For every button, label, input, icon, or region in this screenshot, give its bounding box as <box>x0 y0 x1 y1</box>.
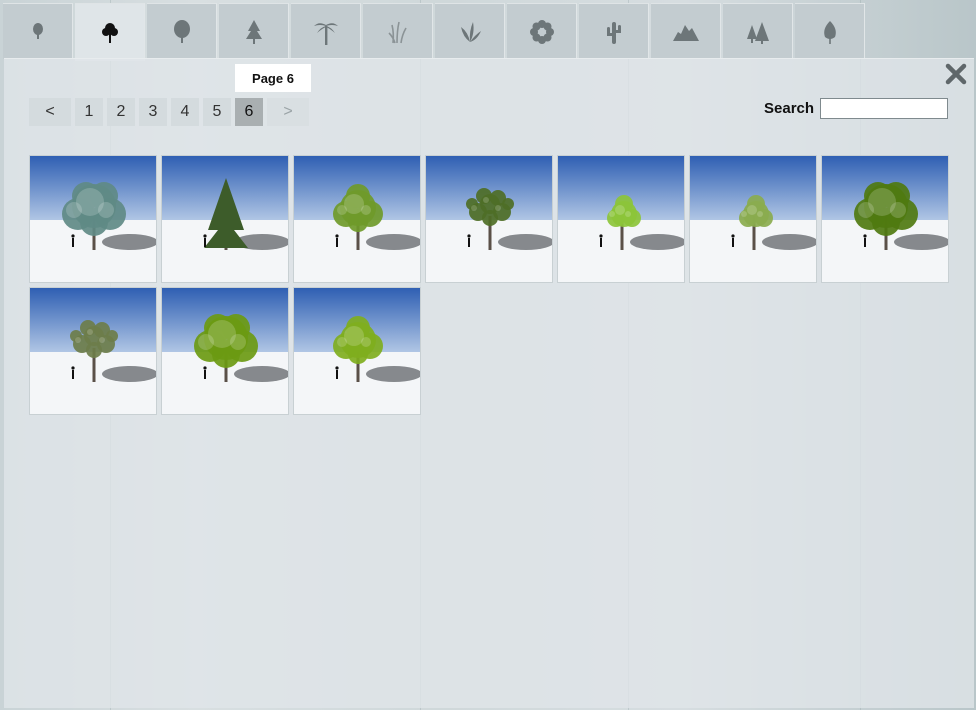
tree-preview-image <box>294 156 420 282</box>
category-tabbar <box>3 3 867 61</box>
tab-cactus[interactable] <box>579 3 649 59</box>
tab-small-tree[interactable] <box>3 3 73 59</box>
tab-leaf[interactable] <box>795 3 865 59</box>
tab-conifer[interactable] <box>219 3 289 59</box>
page-button-1[interactable]: 1 <box>75 98 103 126</box>
tree-preview-image <box>294 288 420 414</box>
tab-flower[interactable] <box>507 3 577 59</box>
small-tree-icon <box>32 22 43 39</box>
tab-deciduous[interactable] <box>75 3 145 61</box>
tab-round-tree[interactable] <box>147 3 217 59</box>
conifer-icon <box>245 19 262 44</box>
flower-icon <box>529 19 554 44</box>
tab-palm[interactable] <box>291 3 361 59</box>
tree-thumbnail[interactable] <box>161 287 289 415</box>
deciduous-tree-icon <box>101 22 118 43</box>
tree-preview-image <box>30 156 156 282</box>
tab-rock[interactable] <box>651 3 721 59</box>
tree-preview-image <box>162 288 288 414</box>
tab-forest[interactable] <box>723 3 793 59</box>
tree-thumbnail[interactable] <box>161 155 289 283</box>
page-button-3[interactable]: 3 <box>139 98 167 126</box>
tree-thumbnail[interactable] <box>689 155 817 283</box>
tab-plant[interactable] <box>435 3 505 59</box>
tree-preview-image <box>426 156 552 282</box>
tree-preview-image <box>558 156 684 282</box>
tree-preview-image <box>690 156 816 282</box>
leaf-icon <box>823 20 836 44</box>
page-tooltip: Page 6 <box>235 64 311 92</box>
forest-icon <box>746 21 769 44</box>
search-label: Search <box>764 100 815 117</box>
tree-thumbnail[interactable] <box>425 155 553 283</box>
tree-thumbnail[interactable] <box>557 155 685 283</box>
palm-tree-icon <box>313 22 338 45</box>
tree-thumbnail[interactable] <box>821 155 949 283</box>
page-button-5[interactable]: 5 <box>203 98 231 126</box>
next-page-button[interactable]: > <box>267 98 309 126</box>
search-input[interactable] <box>820 98 948 119</box>
tree-thumbnail[interactable] <box>293 155 421 283</box>
tree-preview-image <box>822 156 948 282</box>
tree-thumbnail[interactable] <box>29 155 157 283</box>
round-tree-icon <box>173 19 190 43</box>
tab-grass[interactable] <box>363 3 433 59</box>
close-icon[interactable] <box>944 62 968 86</box>
page-button-4[interactable]: 4 <box>171 98 199 126</box>
tree-thumbnail[interactable] <box>293 287 421 415</box>
tree-preview-image <box>30 288 156 414</box>
page-button-2[interactable]: 2 <box>107 98 135 126</box>
grass-icon <box>387 21 407 43</box>
rock-icon <box>672 24 699 41</box>
plant-icon <box>460 21 481 42</box>
page-button-6[interactable]: 6 <box>235 98 263 126</box>
cactus-icon <box>606 21 621 44</box>
tree-preview-image <box>162 156 288 282</box>
tree-thumbnail[interactable] <box>29 287 157 415</box>
prev-page-button[interactable]: < <box>29 98 71 126</box>
